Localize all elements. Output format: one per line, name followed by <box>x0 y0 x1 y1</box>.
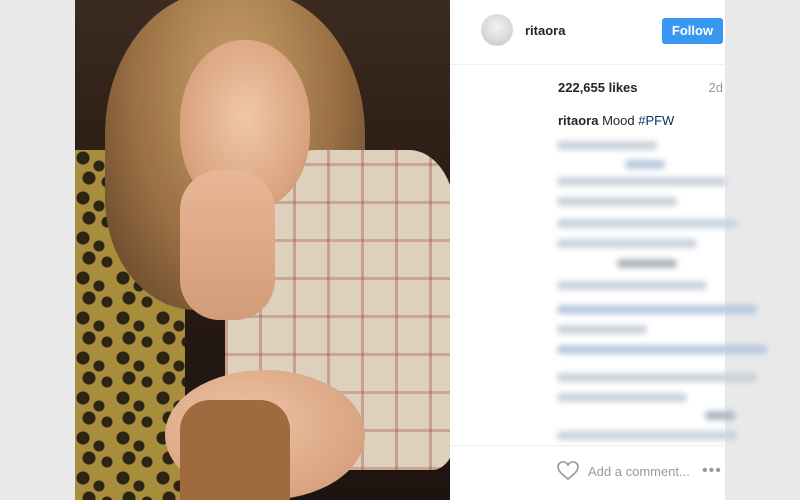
instagram-post: ritaora Follow 222,655 likes 2d ritaora … <box>75 0 767 500</box>
post-timestamp[interactable]: 2d <box>709 80 723 95</box>
more-options-icon[interactable]: ••• <box>702 462 722 480</box>
post-sidebar: ritaora Follow 222,655 likes 2d ritaora … <box>450 0 767 500</box>
post-photo[interactable] <box>75 0 450 500</box>
post-header: ritaora Follow <box>450 0 725 65</box>
post-caption: ritaora Mood #PFW <box>558 113 674 128</box>
photo-detail-boot <box>180 400 290 500</box>
caption-text: Mood <box>598 113 639 128</box>
likes-row: 222,655 likes 2d <box>450 80 725 98</box>
blurred-comments <box>555 135 795 445</box>
avatar[interactable] <box>481 14 513 46</box>
caption-username[interactable]: ritaora <box>558 113 598 128</box>
heart-icon[interactable] <box>557 461 579 481</box>
username-link[interactable]: ritaora <box>525 23 565 38</box>
comment-footer <box>450 445 725 500</box>
follow-button[interactable]: Follow <box>662 18 723 44</box>
caption-hashtag[interactable]: #PFW <box>638 113 674 128</box>
likes-count[interactable]: 222,655 likes <box>558 80 638 95</box>
photo-detail-arm <box>180 170 275 320</box>
comment-input[interactable] <box>588 460 718 482</box>
